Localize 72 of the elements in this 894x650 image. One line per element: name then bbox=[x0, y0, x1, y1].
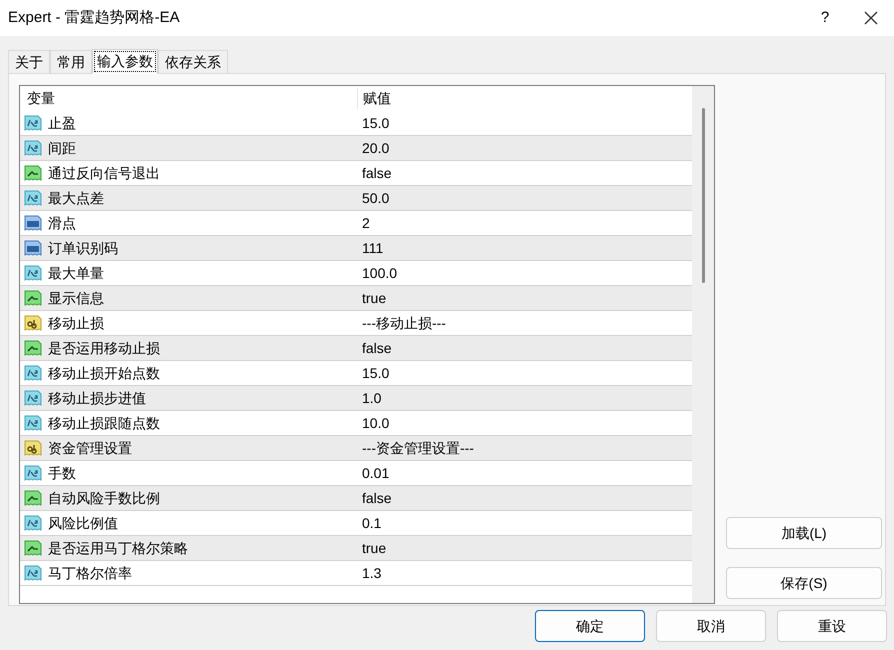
variable-name: 风险比例值 bbox=[48, 514, 118, 532]
variable-name: 马丁格尔倍率 bbox=[48, 564, 132, 582]
close-icon bbox=[864, 11, 878, 25]
dialog-button[interactable]: 取消 bbox=[656, 610, 766, 642]
variable-name: 移动止损跟随点数 bbox=[48, 414, 160, 432]
tab[interactable]: 关于 bbox=[8, 50, 50, 73]
column-header: 赋值 bbox=[357, 88, 391, 109]
toggle-icon bbox=[24, 289, 42, 307]
tab[interactable]: 依存关系 bbox=[158, 50, 228, 73]
fraction-icon bbox=[24, 564, 42, 582]
fraction-icon bbox=[24, 139, 42, 157]
fraction-icon bbox=[24, 264, 42, 282]
variable-name: 自动风险手数比例 bbox=[48, 488, 160, 508]
variable-value[interactable]: 100.0 bbox=[357, 262, 398, 284]
variable-value[interactable]: ---移动止损--- bbox=[357, 312, 446, 334]
fraction-icon bbox=[24, 364, 42, 382]
fraction-icon bbox=[24, 414, 42, 432]
variable-name: 滑点 bbox=[48, 214, 76, 232]
variable-name: 是否运用移动止损 bbox=[48, 338, 160, 358]
variable-name: 止盈 bbox=[48, 114, 76, 132]
side-button[interactable]: 加载(L) bbox=[726, 517, 882, 549]
variable-value[interactable]: 1.3 bbox=[357, 562, 382, 584]
variable-name: 显示信息 bbox=[48, 288, 104, 308]
fraction-icon bbox=[24, 189, 42, 207]
variable-value[interactable]: true bbox=[357, 538, 386, 558]
variable-name: 移动止损 bbox=[48, 314, 104, 332]
fraction-icon bbox=[24, 514, 42, 532]
toggle-icon bbox=[24, 539, 42, 557]
variable-value[interactable]: false bbox=[357, 338, 392, 358]
text-icon bbox=[24, 314, 42, 332]
number-icon bbox=[24, 239, 42, 257]
variable-value[interactable]: 2 bbox=[357, 212, 370, 234]
variable-name: 是否运用马丁格尔策略 bbox=[48, 538, 188, 558]
scrollbar[interactable] bbox=[692, 86, 714, 603]
help-button[interactable]: ? bbox=[802, 0, 848, 36]
variable-name: 间距 bbox=[48, 138, 76, 158]
variable-value[interactable]: true bbox=[357, 288, 386, 308]
variable-name: 手数 bbox=[48, 464, 76, 482]
variable-value[interactable]: 10.0 bbox=[357, 412, 390, 434]
toggle-icon bbox=[24, 164, 42, 182]
variable-value[interactable]: 50.0 bbox=[357, 188, 390, 208]
variable-value[interactable]: false bbox=[357, 162, 392, 184]
variable-value[interactable]: 15.0 bbox=[357, 112, 390, 134]
fraction-icon bbox=[24, 389, 42, 407]
variable-name: 移动止损开始点数 bbox=[48, 364, 160, 382]
variable-value[interactable]: 20.0 bbox=[357, 138, 390, 158]
variable-name: 最大单量 bbox=[48, 264, 104, 282]
variable-name: 订单识别码 bbox=[48, 238, 118, 258]
variable-value[interactable]: 1.0 bbox=[357, 388, 382, 408]
window-title: Expert - 雷霆趋势网格-EA bbox=[8, 8, 181, 28]
variable-name: 最大点差 bbox=[48, 188, 104, 208]
variable-value[interactable]: ---资金管理设置--- bbox=[357, 438, 474, 458]
variable-name: 资金管理设置 bbox=[48, 438, 132, 458]
dialog-button[interactable]: 重设 bbox=[777, 610, 887, 642]
side-button[interactable]: 保存(S) bbox=[726, 567, 882, 599]
variable-name: 移动止损步进值 bbox=[48, 388, 146, 408]
toggle-icon bbox=[24, 489, 42, 507]
variable-value[interactable]: 0.01 bbox=[357, 462, 390, 484]
tab[interactable]: 常用 bbox=[50, 50, 92, 73]
column-header: 变量 bbox=[26, 89, 56, 108]
variable-value[interactable]: 111 bbox=[357, 238, 384, 258]
variable-value[interactable]: 0.1 bbox=[357, 512, 382, 534]
dialog-button[interactable]: 确定 bbox=[535, 610, 645, 642]
number-icon bbox=[24, 214, 42, 232]
variable-value[interactable]: false bbox=[357, 488, 392, 508]
tab[interactable]: 输入参数 bbox=[92, 49, 158, 74]
fraction-icon bbox=[24, 114, 42, 132]
toggle-icon bbox=[24, 339, 42, 357]
variable-value[interactable]: 15.0 bbox=[357, 362, 390, 384]
text-icon bbox=[24, 439, 42, 457]
fraction-icon bbox=[24, 464, 42, 482]
variable-name: 通过反向信号退出 bbox=[48, 164, 160, 182]
